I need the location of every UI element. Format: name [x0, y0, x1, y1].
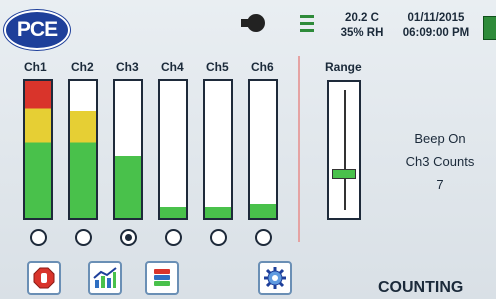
divider: [298, 56, 300, 242]
ch3-radio[interactable]: [120, 229, 137, 246]
ch4-level-fill: [160, 207, 186, 218]
ch4-radio[interactable]: [165, 229, 182, 246]
ch4-bar: [158, 79, 188, 220]
ch3-level-fill: [115, 156, 141, 218]
beep-status: Beep On: [414, 131, 466, 146]
ch1-level-fill: [25, 81, 51, 218]
date-value: 01/11/2015: [407, 12, 465, 24]
ch1-label: Ch1: [24, 60, 47, 74]
environment-readout: 20.2 C 35% RH: [337, 11, 387, 41]
meter-screen: PCE 20.2 C 35% RH 01/11/2015 06:09:00 PM…: [0, 0, 496, 299]
count-value: 7: [436, 177, 444, 192]
data-button[interactable]: [145, 261, 179, 295]
stop-icon: [33, 267, 55, 289]
range-label: Range: [325, 60, 362, 74]
ch5-bar: [203, 79, 233, 220]
speaker-icon[interactable]: [241, 14, 265, 32]
ch1-bar: [23, 79, 53, 220]
chart-icon: [93, 267, 117, 288]
ch3-label: Ch3: [116, 60, 139, 74]
mode-status: COUNTING: [378, 279, 464, 296]
ch3-bar: [113, 79, 143, 220]
gear-icon: [264, 267, 286, 289]
signal-icon: [300, 14, 314, 34]
ch1-radio[interactable]: [30, 229, 47, 246]
ch5-level-fill: [205, 207, 231, 218]
temperature-value: 20.2 C: [345, 12, 379, 24]
graph-button[interactable]: [88, 261, 122, 295]
ch2-level-fill: [70, 111, 96, 218]
ch6-level-fill: [250, 204, 276, 218]
range-slider[interactable]: [327, 80, 361, 220]
humidity-value: 35% RH: [340, 27, 384, 39]
counts-label: Ch3 Counts: [405, 154, 475, 169]
ch5-label: Ch5: [206, 60, 229, 74]
ch2-label: Ch2: [71, 60, 94, 74]
datetime-readout: 01/11/2015 06:09:00 PM: [398, 11, 474, 41]
ch6-bar: [248, 79, 278, 220]
stop-button[interactable]: [27, 261, 61, 295]
time-value: 06:09:00 PM: [402, 27, 470, 39]
ch6-radio[interactable]: [255, 229, 272, 246]
ch4-label: Ch4: [161, 60, 184, 74]
range-thumb[interactable]: [332, 169, 356, 179]
pce-logo: PCE: [4, 10, 70, 50]
logo-text: PCE: [16, 18, 58, 41]
ch2-bar: [68, 79, 98, 220]
database-icon: [154, 269, 170, 286]
ch5-radio[interactable]: [210, 229, 227, 246]
range-track: [344, 90, 346, 210]
battery-icon: [483, 16, 496, 40]
ch2-radio[interactable]: [75, 229, 92, 246]
ch6-label: Ch6: [251, 60, 274, 74]
settings-button[interactable]: [258, 261, 292, 295]
